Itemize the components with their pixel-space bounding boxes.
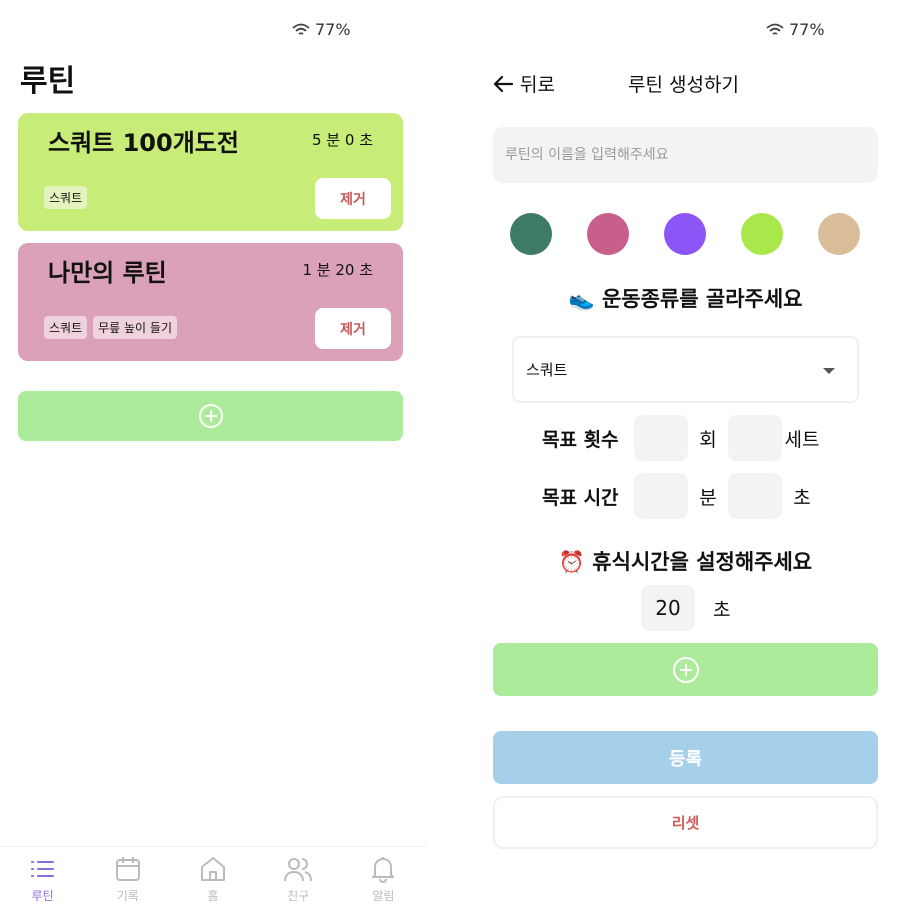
count-input[interactable]: [634, 415, 688, 461]
wifi-icon: [766, 23, 784, 35]
tab-label: 알림: [372, 889, 395, 903]
add-routine-button[interactable]: [18, 391, 403, 441]
calendar-icon: [115, 857, 140, 881]
routine-time: 5 분 0 초: [312, 131, 373, 149]
goal-time-label: 목표 시간: [542, 486, 619, 509]
arrow-left-icon: [493, 75, 514, 92]
register-button[interactable]: 등록: [493, 731, 878, 784]
remove-button[interactable]: 제거: [315, 308, 391, 349]
rest-section-title: ⏰ 휴식시간을 설정해주세요: [558, 550, 813, 574]
tab-label: 루틴: [31, 889, 54, 903]
battery-level: 77%: [789, 20, 825, 39]
tag-list: 스쿼트: [44, 186, 88, 209]
routine-name-input[interactable]: [493, 127, 878, 183]
tag-list: 스쿼트 무릎 높이 들기: [44, 316, 177, 339]
second-unit: 초: [793, 486, 811, 509]
exercise-tag: 무릎 높이 들기: [93, 316, 177, 339]
plus-circle-icon: [198, 404, 223, 428]
routine-card[interactable]: 나만의 루틴 1 분 20 초 스쿼트 무릎 높이 들기 제거: [18, 243, 403, 361]
color-option[interactable]: [510, 213, 552, 255]
minute-input[interactable]: [634, 473, 688, 519]
minute-unit: 분: [699, 486, 717, 509]
back-label: 뒤로: [520, 74, 555, 96]
routine-list-screen: 77% 루틴 스쿼트 100개도전 5 분 0 초 스쿼트 제거 나만의 루틴 …: [0, 0, 426, 918]
routine-time: 1 분 20 초: [302, 261, 373, 279]
exercise-tag: 스쿼트: [44, 186, 88, 209]
tab-label: 홈: [207, 889, 219, 903]
routine-name: 나만의 루틴: [48, 259, 167, 287]
page-title: 루틴 생성하기: [628, 74, 739, 96]
list-icon: [30, 861, 54, 877]
color-option[interactable]: [818, 213, 860, 255]
exercise-section-title: 👟 운동종류를 골라주세요: [568, 287, 803, 311]
second-input[interactable]: [728, 473, 782, 519]
create-routine-screen: 77% 뒤로 루틴 생성하기 👟 운동종류를 골라주세요 스쿼트 목표 횟수 회…: [470, 0, 901, 918]
routine-card[interactable]: 스쿼트 100개도전 5 분 0 초 스쿼트 제거: [18, 113, 403, 231]
tab-label: 친구: [287, 889, 310, 903]
tab-record[interactable]: 기록: [85, 847, 170, 918]
rest-time-input[interactable]: 20: [641, 585, 695, 631]
friends-icon: [284, 858, 313, 882]
status-bar: 77%: [291, 20, 351, 39]
exercise-tag: 스쿼트: [44, 316, 88, 339]
set-unit: 세트: [784, 428, 820, 451]
exercise-select[interactable]: 스쿼트: [512, 336, 859, 403]
routine-name: 스쿼트 100개도전: [48, 129, 239, 157]
tab-friends[interactable]: 친구: [256, 847, 341, 918]
caret-down-icon: [823, 368, 835, 374]
goal-count-label: 목표 횟수: [542, 428, 619, 451]
wifi-icon: [292, 23, 310, 35]
tab-alarm[interactable]: 알림: [341, 847, 426, 918]
count-unit: 회: [699, 428, 717, 451]
reset-button[interactable]: 리셋: [493, 796, 878, 849]
rest-time-row: 20 초: [641, 585, 730, 631]
color-option[interactable]: [664, 213, 706, 255]
color-option[interactable]: [587, 213, 629, 255]
plus-circle-icon: [672, 656, 699, 683]
color-picker: [510, 213, 860, 255]
bottom-tab-bar: 루틴 기록 홈 친구 알림: [0, 846, 426, 918]
back-button[interactable]: 뒤로: [492, 70, 555, 97]
bell-icon: [372, 857, 395, 883]
exercise-selected-value: 스쿼트: [526, 361, 568, 379]
tab-label: 기록: [116, 889, 139, 903]
set-input[interactable]: [728, 415, 782, 461]
color-option[interactable]: [741, 213, 783, 255]
status-bar: 77%: [765, 20, 825, 39]
tab-routine[interactable]: 루틴: [0, 847, 85, 918]
page-title: 루틴: [20, 64, 76, 99]
battery-level: 77%: [315, 20, 351, 39]
tab-home[interactable]: 홈: [170, 847, 255, 918]
goal-count-row: 목표 횟수 회 세트: [542, 415, 822, 461]
add-exercise-button[interactable]: [493, 643, 878, 696]
remove-button[interactable]: 제거: [315, 178, 391, 219]
home-icon: [201, 857, 225, 881]
goal-time-row: 목표 시간 분 초: [542, 473, 822, 519]
rest-unit: 초: [713, 598, 731, 621]
